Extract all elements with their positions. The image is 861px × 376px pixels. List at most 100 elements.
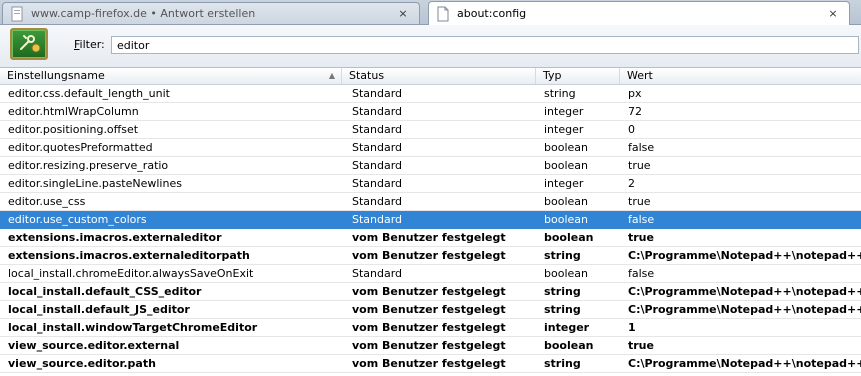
- column-header-value[interactable]: Wert: [620, 68, 861, 84]
- table-row[interactable]: local_install.chromeEditor.alwaysSaveOnE…: [0, 265, 861, 283]
- pref-type: boolean: [544, 195, 588, 208]
- pref-type: boolean: [544, 159, 588, 172]
- pref-value: px: [628, 87, 642, 100]
- pref-status: Standard: [352, 177, 403, 190]
- column-header-name[interactable]: Einstellungsname ▲: [0, 68, 342, 84]
- pref-type: string: [544, 303, 581, 316]
- pref-type: integer: [544, 105, 584, 118]
- pref-status: vom Benutzer festgelegt: [352, 231, 506, 244]
- table-row[interactable]: editor.singleLine.pasteNewlines Standard i…: [0, 175, 861, 193]
- pref-value: false: [628, 213, 655, 226]
- pref-type: integer: [544, 177, 584, 190]
- pref-name: editor.use_custom_colors: [8, 213, 147, 226]
- about-config-green-logo-icon: [10, 28, 48, 60]
- pref-name: view_source.editor.path: [8, 357, 156, 370]
- pref-value: 0: [628, 123, 635, 136]
- pref-status: vom Benutzer festgelegt: [352, 321, 506, 334]
- pref-name: local_install.windowTargetChromeEditor: [8, 321, 258, 334]
- pref-name: extensions.imacros.externaleditorpath: [8, 249, 250, 262]
- pref-name: view_source.editor.external: [8, 339, 180, 352]
- pref-type: string: [544, 357, 581, 370]
- pref-status: Standard: [352, 159, 403, 172]
- pref-value: false: [628, 267, 655, 280]
- pref-value: true: [628, 231, 654, 244]
- pref-value: true: [628, 195, 651, 208]
- table-row[interactable]: editor.resizing.preserve_ratio Standard bo…: [0, 157, 861, 175]
- table-row[interactable]: extensions.imacros.externaleditorpath vom…: [0, 247, 861, 265]
- pref-type: string: [544, 87, 576, 100]
- pref-name: local_install.default_JS_editor: [8, 303, 190, 316]
- pref-name: editor.positioning.offset: [8, 123, 139, 136]
- table-row[interactable]: local_install.default_JS_editor vom Benut…: [0, 301, 861, 319]
- sort-ascending-icon: ▲: [328, 71, 335, 80]
- close-icon[interactable]: ×: [395, 7, 411, 20]
- pref-value: 72: [628, 105, 642, 118]
- column-header-status[interactable]: Status: [342, 68, 536, 84]
- pref-status: vom Benutzer festgelegt: [352, 285, 506, 298]
- table-row[interactable]: extensions.imacros.externaleditor vom Ben…: [0, 229, 861, 247]
- pref-type: boolean: [544, 141, 588, 154]
- pref-name: local_install.chromeEditor.alwaysSaveOnE…: [8, 267, 254, 280]
- pref-type: boolean: [544, 267, 588, 280]
- table-row[interactable]: local_install.default_CSS_editor vom Benu…: [0, 283, 861, 301]
- pref-type: boolean: [544, 339, 594, 352]
- pref-type: string: [544, 285, 581, 298]
- pref-value: C:\Programme\Notepad++\notepad++.exe: [628, 303, 861, 316]
- page-icon: [9, 6, 25, 22]
- pref-value: 2: [628, 177, 635, 190]
- table-row[interactable]: editor.use_custom_colors Standard boolean f…: [0, 211, 861, 229]
- pref-status: Standard: [352, 267, 403, 280]
- table-row[interactable]: editor.css.default_length_unit Standard st…: [0, 85, 861, 103]
- pref-value: true: [628, 159, 651, 172]
- pref-status: vom Benutzer festgelegt: [352, 339, 506, 352]
- table-row[interactable]: editor.quotesPreformatted Standard boolean…: [0, 139, 861, 157]
- pref-status: Standard: [352, 195, 403, 208]
- pref-status: Standard: [352, 213, 403, 226]
- pref-type: boolean: [544, 231, 594, 244]
- tree-body: editor.css.default_length_unit Standard st…: [0, 85, 861, 373]
- pref-name: editor.resizing.preserve_ratio: [8, 159, 169, 172]
- close-icon[interactable]: ×: [825, 7, 841, 20]
- pref-name: editor.use_css: [8, 195, 86, 208]
- pref-name: local_install.default_CSS_editor: [8, 285, 202, 298]
- table-row[interactable]: editor.positioning.offset Standard integer…: [0, 121, 861, 139]
- pref-value: C:\Programme\Notepad++\notepad++.exe: [628, 357, 861, 370]
- pref-value: C:\Programme\Notepad++\notepad++.exe: [628, 249, 861, 262]
- pref-name: editor.singleLine.pasteNewlines: [8, 177, 182, 190]
- pref-name: editor.quotesPreformatted: [8, 141, 153, 154]
- table-row[interactable]: local_install.windowTargetChromeEditor vo…: [0, 319, 861, 337]
- pref-value: C:\Programme\Notepad++\notepad++.exe: [628, 285, 861, 298]
- tab-title: about:config: [457, 7, 527, 20]
- tab-about-config[interactable]: about:config ×: [428, 1, 850, 25]
- pref-name: editor.css.default_length_unit: [8, 87, 170, 100]
- tab-strip: www.camp-firefox.de • Antwort erstellen …: [0, 0, 861, 25]
- blank-page-icon: [435, 6, 451, 22]
- pref-value: 1: [628, 321, 636, 334]
- table-row[interactable]: editor.use_css Standard boolean true: [0, 193, 861, 211]
- filter-input[interactable]: [111, 36, 859, 54]
- pref-type: integer: [544, 321, 590, 334]
- tab-title: www.camp-firefox.de • Antwort erstellen: [31, 7, 256, 20]
- pref-value: false: [628, 141, 655, 154]
- pref-status: Standard: [352, 87, 403, 100]
- pref-status: Standard: [352, 141, 403, 154]
- column-header-type[interactable]: Typ: [536, 68, 620, 84]
- pref-name: editor.htmlWrapColumn: [8, 105, 139, 118]
- pref-status: Standard: [352, 105, 403, 118]
- pref-value: true: [628, 339, 654, 352]
- tree-header: Einstellungsname ▲ Status Typ Wert: [0, 68, 861, 85]
- table-row[interactable]: editor.htmlWrapColumn Standard integer 72: [0, 103, 861, 121]
- pref-type: boolean: [544, 213, 588, 226]
- pref-status: vom Benutzer festgelegt: [352, 249, 506, 262]
- table-row[interactable]: view_source.editor.external vom Benutzer …: [0, 337, 861, 355]
- preferences-tree[interactable]: Einstellungsname ▲ Status Typ Wert edito…: [0, 68, 861, 376]
- pref-type: integer: [544, 123, 584, 136]
- filter-bar: Filter:: [0, 25, 861, 68]
- tab-camp-firefox[interactable]: www.camp-firefox.de • Antwort erstellen …: [2, 2, 420, 24]
- table-row[interactable]: view_source.editor.path vom Benutzer fest…: [0, 355, 861, 373]
- pref-type: string: [544, 249, 581, 262]
- pref-status: Standard: [352, 123, 403, 136]
- pref-name: extensions.imacros.externaleditor: [8, 231, 222, 244]
- pref-status: vom Benutzer festgelegt: [352, 303, 506, 316]
- pref-status: vom Benutzer festgelegt: [352, 357, 506, 370]
